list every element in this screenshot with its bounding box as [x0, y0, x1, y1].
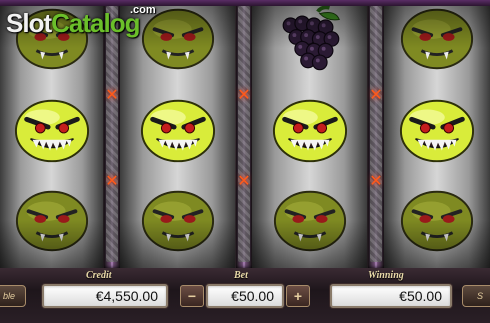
minus-icon: −: [187, 288, 197, 304]
top-border: [0, 0, 490, 6]
angry-lime-symbol: [0, 88, 103, 172]
winning-display: €50.00: [330, 284, 452, 308]
fanged-lime-symbol: [384, 178, 490, 262]
reel-2: [120, 0, 235, 268]
credit-label: Credit: [86, 270, 112, 281]
angry-lime-symbol: [384, 88, 490, 172]
fanged-lime-symbol: [120, 178, 235, 262]
bet-display: €50.00: [206, 284, 284, 308]
bet-increase-button[interactable]: +: [286, 285, 310, 307]
reel-divider-3: ✕ ✕: [368, 0, 384, 268]
credit-value: €4,550.00: [95, 288, 158, 304]
angry-lime-symbol: [120, 88, 235, 172]
bet-decrease-button[interactable]: −: [180, 285, 204, 307]
gamble-button[interactable]: ble: [0, 285, 26, 307]
reel-divider-1: ✕ ✕: [104, 0, 120, 268]
winning-value: €50.00: [399, 288, 442, 304]
fanged-lime-symbol: [0, 178, 103, 262]
logo-slot-text: Slot: [6, 8, 52, 38]
reel-3: [252, 0, 367, 268]
plus-icon: +: [293, 288, 303, 304]
gamble-button-label: ble: [2, 291, 15, 301]
angry-lime-symbol: [252, 88, 367, 172]
logo-com-text: .com: [130, 4, 156, 16]
logo-catalog-text: Catalog: [51, 8, 140, 38]
bet-label: Bet: [234, 270, 248, 281]
fanged-lime-symbol: [384, 0, 490, 80]
slotcatalog-logo: SlotCatalog .com: [6, 4, 156, 39]
credit-display: €4,550.00: [42, 284, 168, 308]
slot-game-screen: ✕ ✕ ✕ ✕ ✕ ✕ SlotCatalog .com ble Credit …: [0, 0, 490, 323]
spin-button[interactable]: S: [462, 285, 490, 307]
reel-1: [0, 0, 103, 268]
winning-label: Winning: [368, 270, 404, 281]
reel-divider-2: ✕ ✕: [236, 0, 252, 268]
fanged-lime-symbol: [252, 178, 367, 262]
bet-value: €50.00: [231, 288, 274, 304]
spin-button-label: S: [476, 291, 483, 301]
grapes-symbol: [252, 0, 367, 80]
reel-4: [384, 0, 490, 268]
